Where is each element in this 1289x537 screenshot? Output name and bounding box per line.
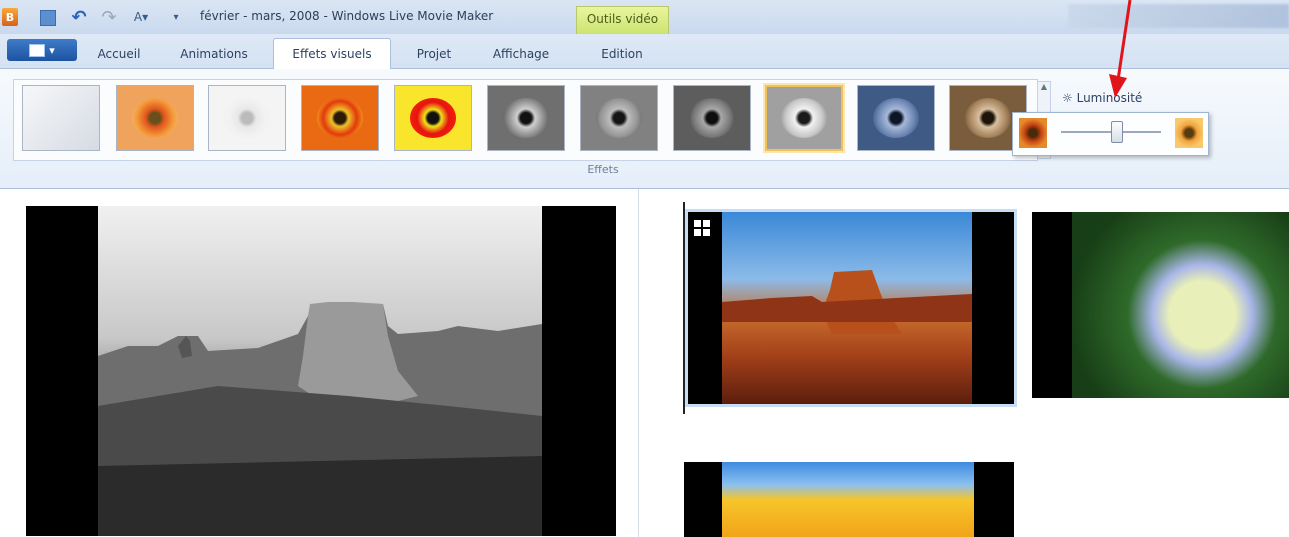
ribbon-group-label: Effets xyxy=(587,163,619,176)
insertion-cursor xyxy=(683,202,685,414)
title-bar: B ↶ ↷ A▾ ▾ février - mars, 2008 - Window… xyxy=(0,0,1289,35)
flower-thumbnail xyxy=(132,98,178,138)
effect-cyanotype[interactable] xyxy=(857,85,935,151)
redo-icon[interactable]: ↷ xyxy=(98,7,120,28)
chevron-down-icon: ▾ xyxy=(49,43,55,57)
ribbon-tab-row: ▾ Accueil Animations Effets visuels Proj… xyxy=(0,34,1289,69)
flower-thumbnail xyxy=(781,98,827,138)
tab-accueil[interactable]: Accueil xyxy=(84,41,154,68)
menu-icon xyxy=(29,43,46,57)
effect-color[interactable] xyxy=(116,85,194,151)
contextual-tab-group-header: Outils vidéo xyxy=(576,6,669,34)
monument-valley-scene xyxy=(98,302,542,536)
tab-animations[interactable]: Animations xyxy=(164,41,264,68)
tab-edition[interactable]: Edition xyxy=(582,41,662,68)
effect-applied-icon xyxy=(694,220,710,236)
app-menu-button[interactable]: ▾ xyxy=(7,39,77,61)
brightness-popup xyxy=(1012,112,1209,156)
storyboard-clip-tulips[interactable] xyxy=(684,462,1014,537)
flower-thumbnail xyxy=(224,98,270,138)
tab-projet[interactable]: Projet xyxy=(400,41,468,68)
effect-grayscale-3[interactable] xyxy=(673,85,751,151)
quick-access-dropdown-icon[interactable]: ▾ xyxy=(170,8,182,26)
brightness-high-icon xyxy=(1175,118,1203,148)
flower-thumbnail xyxy=(965,98,1011,138)
storyboard-clip-hydrangea[interactable] xyxy=(1032,212,1289,398)
flower-thumbnail xyxy=(596,98,642,138)
flower-thumbnail xyxy=(317,98,363,138)
clip-thumbnail-image xyxy=(1072,212,1289,398)
effect-color-bright[interactable] xyxy=(301,85,379,151)
brightness-slider-thumb[interactable] xyxy=(1111,121,1123,143)
effect-none[interactable] xyxy=(22,85,100,151)
title-text-icon[interactable]: A▾ xyxy=(128,8,154,26)
tab-effets-visuels[interactable]: Effets visuels xyxy=(273,38,391,69)
clip-butte-shape xyxy=(722,270,972,334)
annotation-arrow xyxy=(1109,0,1132,98)
panel-divider[interactable] xyxy=(638,189,639,537)
sun-icon: ☼ xyxy=(1062,91,1073,105)
flower-thumbnail xyxy=(873,98,919,138)
flower-thumbnail xyxy=(689,98,735,138)
effect-grayscale-2[interactable] xyxy=(580,85,658,151)
effects-gallery xyxy=(13,79,1038,161)
storyboard-clip-monument-valley[interactable] xyxy=(685,209,1017,407)
flower-thumbnail xyxy=(503,98,549,138)
effect-faded[interactable] xyxy=(208,85,286,151)
effect-saturated[interactable] xyxy=(394,85,472,151)
effect-grayscale-selected[interactable] xyxy=(765,85,843,151)
save-icon[interactable] xyxy=(40,10,56,26)
undo-icon[interactable]: ↶ xyxy=(68,7,90,28)
app-icon[interactable]: B xyxy=(2,8,18,26)
tab-affichage[interactable]: Affichage xyxy=(476,41,566,68)
window-title: février - mars, 2008 - Windows Live Movi… xyxy=(200,9,494,23)
chevron-up-icon: ▲ xyxy=(1040,82,1048,91)
preview-image-monument-valley-bw xyxy=(98,206,542,536)
clip-thumbnail-image xyxy=(722,212,972,404)
flower-thumbnail xyxy=(410,98,456,138)
clip-thumbnail-image xyxy=(722,462,974,537)
brightness-low-icon xyxy=(1019,118,1047,148)
effect-grayscale-1[interactable] xyxy=(487,85,565,151)
